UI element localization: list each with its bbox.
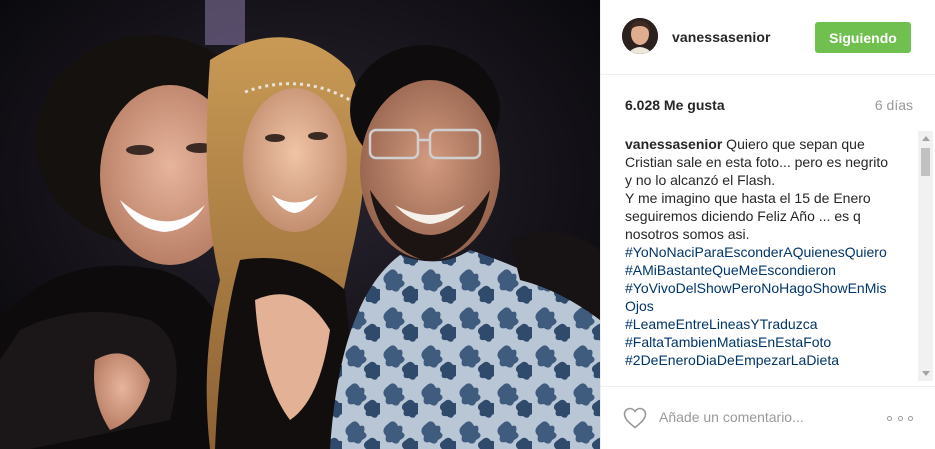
caption-text-second: Y me imagino que hasta el 15 de Enero se…	[625, 190, 871, 242]
scroll-up-icon[interactable]	[922, 136, 930, 141]
caption-scrollbar[interactable]	[918, 131, 933, 381]
comment-input[interactable]	[659, 406, 859, 428]
instagram-post-modal: vanessasenior Siguiendo 6.028 Me gusta 6…	[0, 0, 935, 449]
hashtag-link[interactable]: #AMiBastanteQueMeEscondieron	[625, 261, 895, 279]
caption: vanessasenior Quiero que sepan que Crist…	[625, 135, 895, 379]
scroll-down-icon[interactable]	[922, 371, 930, 376]
hashtag-link[interactable]: #YoVivoDelShowPeroNoHagoShowEnMisOjos	[625, 279, 895, 315]
username-link[interactable]: vanessasenior	[672, 29, 771, 45]
dot-icon	[897, 415, 903, 421]
post-photo[interactable]	[0, 0, 600, 449]
comment-bar	[601, 386, 935, 449]
avatar-image	[622, 18, 658, 54]
post-sidebar: vanessasenior Siguiendo 6.028 Me gusta 6…	[600, 0, 935, 449]
caption-username[interactable]: vanessasenior	[625, 136, 722, 152]
likes-count[interactable]: 6.028 Me gusta	[625, 97, 725, 113]
scrollbar-thumb[interactable]	[921, 148, 930, 176]
dot-icon	[908, 415, 913, 421]
following-button[interactable]: Siguiendo	[815, 22, 911, 53]
post-time[interactable]: 6 días	[875, 97, 913, 113]
dot-icon	[887, 415, 892, 421]
more-options-icon[interactable]	[887, 413, 913, 423]
hashtag-link[interactable]: #YoNoNaciParaEsconderAQuienesQuiero	[625, 243, 895, 261]
selfie-image	[0, 0, 600, 449]
heart-icon[interactable]	[623, 407, 647, 429]
post-header: vanessasenior Siguiendo	[601, 0, 935, 75]
hashtag-link[interactable]: #FaltaTambienMatiasEnEstaFoto	[625, 333, 895, 351]
hashtag-link[interactable]: #2DeEneroDiaDeEmpezarLaDieta	[625, 351, 895, 369]
avatar[interactable]	[622, 18, 658, 54]
hashtag-link[interactable]: #LeameEntreLineasYTraduzca	[625, 315, 895, 333]
